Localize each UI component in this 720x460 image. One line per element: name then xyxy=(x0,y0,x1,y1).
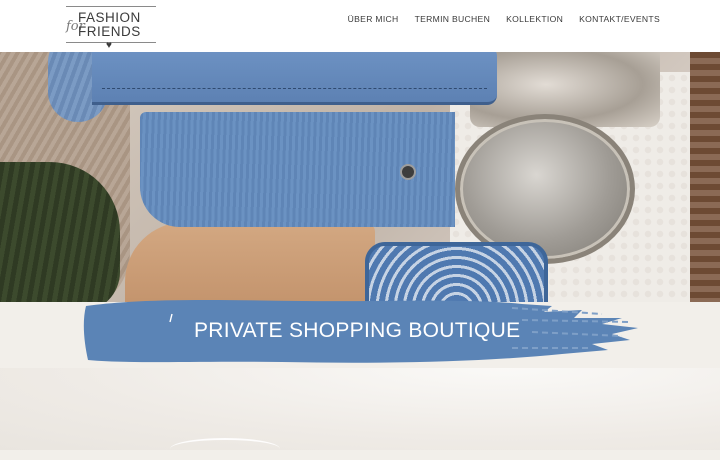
logo-word-friends: FRIENDS xyxy=(78,24,141,39)
logo-rule-top xyxy=(66,6,156,7)
hero-leather-strip xyxy=(690,52,720,302)
logo-word-fashion: FASHION xyxy=(78,10,141,25)
hero-belt-tan xyxy=(125,222,375,302)
hero-image xyxy=(0,52,720,302)
brand-logo[interactable]: FASHION for FRIENDS ♥ xyxy=(64,4,158,51)
site-header: FASHION for FRIENDS ♥ ÜBER MICH TERMIN B… xyxy=(0,0,720,52)
nav-item-termin-buchen[interactable]: TERMIN BUCHEN xyxy=(415,14,491,24)
hero-title: PRIVATE SHOPPING BOUTIQUE xyxy=(194,319,521,342)
heart-icon: ♥ xyxy=(106,40,112,51)
hero-belt-croc-blue xyxy=(92,52,497,105)
nav-item-kollektion[interactable]: KOLLEKTION xyxy=(506,14,563,24)
script-decoration xyxy=(170,438,280,460)
nav-item-ueber-mich[interactable]: ÜBER MICH xyxy=(348,14,399,24)
nav-item-kontakt-events[interactable]: KONTAKT/EVENTS xyxy=(579,14,660,24)
hero-belt-rivet xyxy=(400,164,416,180)
lower-content-area xyxy=(0,368,720,450)
main-nav: ÜBER MICH TERMIN BUCHEN KOLLEKTION KONTA… xyxy=(348,0,660,38)
